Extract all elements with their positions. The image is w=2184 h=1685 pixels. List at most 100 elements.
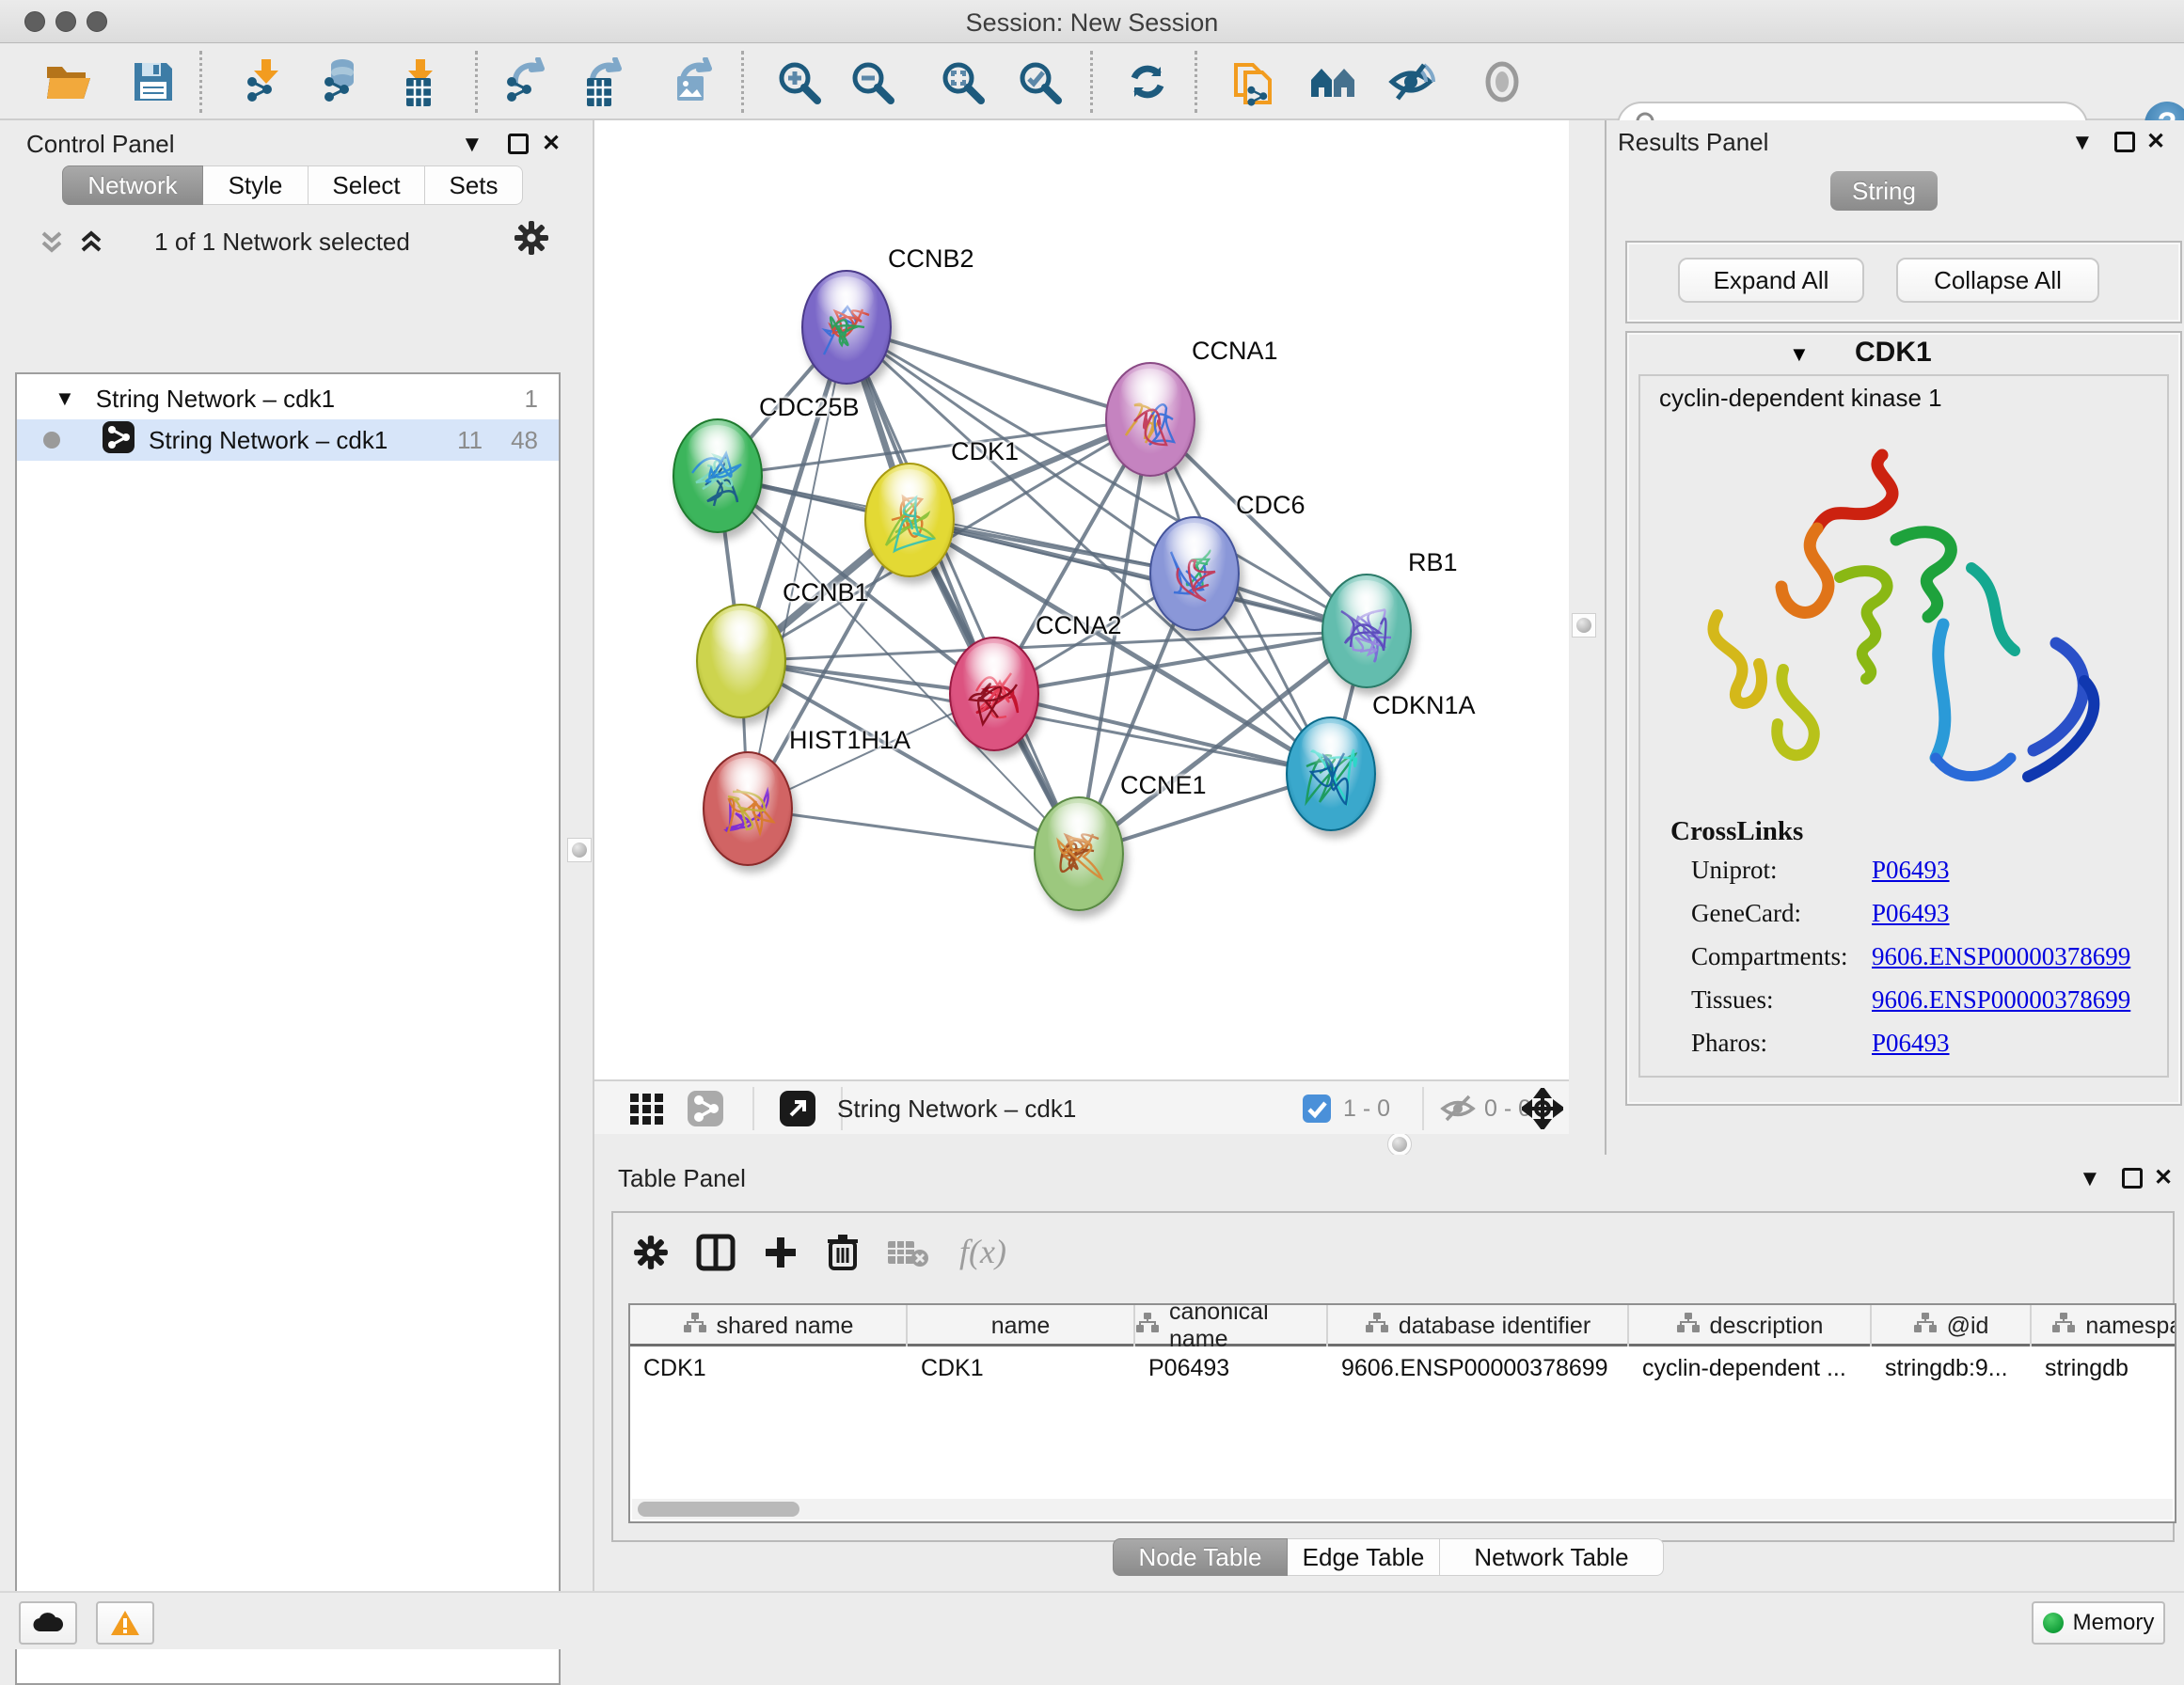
table-cell[interactable]: P06493	[1135, 1349, 1328, 1387]
network-canvas[interactable]: CCNB2CCNA1CDC25BCDK1CDC6RB1CCNB1CCNA2CDK…	[594, 120, 1569, 1079]
collapse-entry-icon[interactable]: ▼	[1789, 342, 1810, 367]
delete-column-button[interactable]	[826, 1233, 860, 1277]
split-columns-button[interactable]	[696, 1234, 736, 1276]
fit-content-button[interactable]	[933, 55, 991, 109]
column-header-database-identifier[interactable]: database identifier	[1328, 1305, 1629, 1346]
tab-string[interactable]: String	[1830, 171, 1938, 211]
hidden-eye-icon[interactable]	[1439, 1093, 1477, 1129]
right-splitter[interactable]	[1569, 120, 1605, 1155]
left-splitter-knob[interactable]	[567, 838, 592, 862]
network-collection-row[interactable]: ▼ String Network – cdk1 1	[17, 380, 559, 417]
table-cell[interactable]: CDK1	[630, 1349, 908, 1387]
import-table-button[interactable]	[388, 55, 447, 109]
column-header--id[interactable]: @id	[1872, 1305, 2032, 1346]
external-link-icon[interactable]	[779, 1090, 816, 1132]
edge-HIST1H1A-CCNE1[interactable]	[748, 809, 1079, 854]
import-network-from-database-button[interactable]	[311, 55, 370, 109]
add-column-button[interactable]	[762, 1234, 799, 1276]
show-all-button[interactable]	[1473, 55, 1531, 109]
bottom-splitter-knob[interactable]	[1387, 1132, 1412, 1157]
node-CCNA1[interactable]	[1105, 362, 1195, 477]
export-network-button[interactable]	[497, 55, 555, 109]
crosslink-link[interactable]: P06493	[1872, 1029, 1950, 1058]
panel-close-icon[interactable]: ✕	[542, 130, 561, 157]
zoom-out-button[interactable]	[843, 55, 901, 109]
node-CDK1[interactable]	[864, 463, 955, 577]
node-CDC6[interactable]	[1149, 516, 1240, 631]
tab-select[interactable]: Select	[309, 165, 425, 205]
tab-style[interactable]: Style	[203, 165, 309, 205]
collapse-triangle-icon[interactable]: ▼	[55, 386, 75, 411]
birdseye-grid-icon[interactable]	[628, 1092, 666, 1130]
table-cell[interactable]: 9606.ENSP00000378699	[1328, 1349, 1629, 1387]
panel-float-icon[interactable]	[2122, 1168, 2143, 1189]
tab-sets[interactable]: Sets	[425, 165, 523, 205]
edge-CDK1-RB1[interactable]	[910, 520, 1367, 631]
function-button[interactable]: f(x)	[956, 1232, 1016, 1278]
tab-network-table[interactable]: Network Table	[1440, 1538, 1664, 1576]
panel-menu-icon[interactable]: ▼	[2079, 1166, 2101, 1192]
panel-float-icon[interactable]	[2114, 132, 2135, 152]
memory-button[interactable]: Memory	[2032, 1601, 2165, 1645]
crosshair-icon[interactable]	[1522, 1088, 1563, 1134]
panel-menu-icon[interactable]: ▼	[461, 132, 483, 158]
gear-icon[interactable]	[514, 220, 549, 260]
column-header-shared-name[interactable]: shared name	[630, 1305, 908, 1346]
share-network-icon[interactable]	[687, 1090, 724, 1132]
crosslink-link[interactable]: P06493	[1872, 899, 1950, 928]
panel-close-icon[interactable]: ✕	[2146, 128, 2165, 155]
column-header-canonical-name[interactable]: canonical name	[1135, 1305, 1328, 1346]
gear-button[interactable]	[632, 1234, 670, 1276]
warning-button[interactable]	[96, 1601, 154, 1645]
network-row-selected[interactable]: String Network – cdk1 11 48	[17, 419, 559, 461]
crosslink-link[interactable]: P06493	[1872, 856, 1950, 885]
copy-documents-share-button[interactable]	[1224, 55, 1282, 109]
node-CCNA2[interactable]	[949, 637, 1039, 751]
scrollbar-thumb[interactable]	[638, 1502, 799, 1517]
node-HIST1H1A[interactable]	[703, 751, 793, 866]
edge-CCNA2-CDKN1A[interactable]	[994, 694, 1331, 774]
edge-CCNB2-CCNE1[interactable]	[847, 327, 1079, 854]
cloud-button[interactable]	[19, 1601, 77, 1645]
column-header-description[interactable]: description	[1629, 1305, 1872, 1346]
table-cell[interactable]: CDK1	[908, 1349, 1135, 1387]
tab-node-table[interactable]: Node Table	[1113, 1538, 1288, 1576]
hide-selected-button[interactable]	[1382, 55, 1440, 109]
right-splitter-knob[interactable]	[1572, 613, 1596, 638]
node-RB1[interactable]	[1321, 574, 1412, 688]
column-header-name[interactable]: name	[908, 1305, 1135, 1346]
node-CDC25B[interactable]	[673, 418, 763, 533]
tab-network[interactable]: Network	[62, 165, 203, 205]
node-CCNE1[interactable]	[1034, 796, 1124, 911]
zoom-in-button[interactable]	[769, 55, 828, 109]
zoom-selected-button[interactable]	[1010, 55, 1068, 109]
table-cell[interactable]: cyclin-dependent ...	[1629, 1349, 1872, 1387]
homes-button[interactable]	[1305, 55, 1363, 109]
left-splitter[interactable]	[564, 120, 594, 1591]
panel-close-icon[interactable]: ✕	[2154, 1164, 2173, 1191]
table-cell[interactable]: stringdb	[2032, 1349, 2176, 1387]
panel-menu-icon[interactable]: ▼	[2071, 130, 2094, 156]
import-network-from-file-button[interactable]	[231, 55, 290, 109]
expand-all-button[interactable]: Expand All	[1678, 258, 1864, 303]
column-header-namespace[interactable]: namespace	[2032, 1305, 2176, 1346]
open-file-button[interactable]	[40, 55, 98, 109]
delete-table-button[interactable]	[886, 1236, 929, 1274]
tab-edge-table[interactable]: Edge Table	[1288, 1538, 1440, 1576]
table-cell[interactable]: stringdb:9...	[1872, 1349, 2032, 1387]
node-table[interactable]: shared namenamecanonical namedatabase id…	[628, 1303, 2176, 1523]
crosslink-link[interactable]: 9606.ENSP00000378699	[1872, 942, 2130, 971]
table-hscrollbar[interactable]	[632, 1499, 2173, 1520]
node-CCNB1[interactable]	[696, 604, 786, 718]
save-session-button[interactable]	[124, 55, 182, 109]
collapse-all-button[interactable]: Collapse All	[1896, 258, 2099, 303]
panel-float-icon[interactable]	[508, 134, 529, 154]
export-image-button[interactable]	[664, 55, 722, 109]
selected-checkbox-icon[interactable]	[1302, 1094, 1332, 1128]
node-CDKN1A[interactable]	[1286, 717, 1376, 831]
edge-CCNB2-CCNA1[interactable]	[847, 327, 1150, 419]
export-table-button[interactable]	[574, 55, 632, 109]
node-CCNB2[interactable]	[801, 270, 892, 385]
crosslink-link[interactable]: 9606.ENSP00000378699	[1872, 985, 2130, 1015]
refresh-button[interactable]	[1118, 55, 1177, 109]
